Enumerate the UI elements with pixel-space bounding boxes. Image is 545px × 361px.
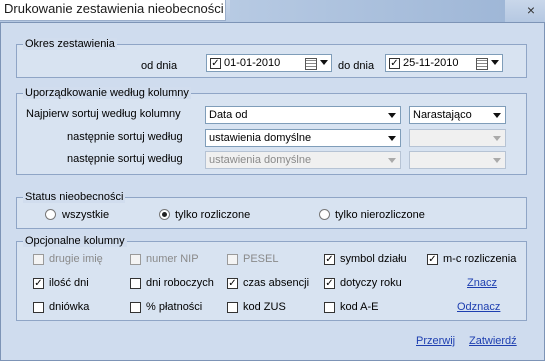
to-date-checkbox[interactable]: ✓ — [389, 58, 400, 69]
status-group-label: Status nieobecności — [23, 191, 126, 203]
sort-order-2-select — [409, 129, 506, 147]
from-date-label: od dnia — [141, 60, 178, 72]
sort-order-1-select[interactable]: Narastająco — [409, 106, 506, 124]
col-label-dni-roboczych[interactable]: dni roboczych — [146, 277, 214, 289]
col-label-dotyczy-roku[interactable]: dotyczy roku — [340, 277, 402, 289]
title-bar-fade — [230, 0, 505, 22]
calendar-icon[interactable] — [476, 58, 488, 70]
col-checkbox-ilosc-dni[interactable]: ✓ — [33, 278, 44, 289]
sort-row1-label: Najpierw sortuj według kolumny — [26, 108, 181, 120]
calendar-icon[interactable] — [305, 58, 317, 70]
title-bar: Drukowanie zestawienia nieobecności × — [0, 0, 545, 22]
status-option-all[interactable]: wszystkie — [62, 209, 109, 221]
cancel-button[interactable]: Przerwij — [416, 335, 455, 347]
close-icon[interactable]: × — [520, 1, 542, 19]
col-label-pesel: PESEL — [243, 253, 279, 265]
col-checkbox-mc-rozliczenia[interactable]: ✓ — [427, 254, 438, 265]
confirm-button[interactable]: Zatwierdź — [469, 335, 517, 347]
sort-column-2-select[interactable]: ustawienia domyślne — [205, 129, 401, 147]
col-label-czas-absencji[interactable]: czas absencji — [243, 277, 309, 289]
col-label-drugie-imie: drugie imię — [49, 253, 103, 265]
status-group: Status nieobecności wszystkie tylko rozl… — [16, 191, 527, 229]
sort-row3-label: następnie sortuj według — [67, 153, 183, 165]
col-checkbox-czas-absencji[interactable]: ✓ — [227, 278, 238, 289]
col-checkbox-dniowka[interactable] — [33, 302, 44, 313]
window-title: Drukowanie zestawienia nieobecności — [4, 1, 224, 16]
col-checkbox-nip — [130, 254, 141, 265]
sort-column-3-value: ustawienia domyślne — [209, 154, 312, 166]
chevron-down-icon[interactable] — [388, 136, 396, 141]
to-date-label: do dnia — [338, 60, 375, 72]
from-date-value: 01-01-2010 — [224, 57, 281, 69]
select-all-link[interactable]: Znacz — [467, 277, 497, 289]
col-checkbox-dotyczy-roku[interactable]: ✓ — [324, 278, 335, 289]
col-checkbox-kod-zus[interactable] — [227, 302, 238, 313]
chevron-down-icon[interactable] — [491, 60, 499, 65]
col-checkbox-kod-ae[interactable] — [324, 302, 335, 313]
from-date-checkbox[interactable]: ✓ — [210, 58, 221, 69]
status-radio-settled[interactable] — [159, 209, 170, 220]
to-date-value: 25-11-2010 — [403, 57, 459, 69]
col-checkbox-dni-roboczych[interactable] — [130, 278, 141, 289]
title-tab: Drukowanie zestawienia nieobecności — [0, 0, 226, 21]
optional-columns-label: Opcjonalne kolumny — [23, 235, 127, 247]
period-group-label: Okres zestawienia — [23, 38, 117, 50]
col-label-symbol-dzialu[interactable]: symbol działu — [340, 253, 407, 265]
status-option-unsettled[interactable]: tylko nierozliczone — [335, 209, 425, 221]
sort-order-1-value: Narastająco — [413, 109, 472, 121]
sort-group-label: Uporządkowanie według kolumny — [23, 87, 191, 99]
status-radio-unsettled[interactable] — [319, 209, 330, 220]
to-date-picker[interactable]: ✓ 25-11-2010 — [385, 54, 503, 72]
sort-group: Uporządkowanie według kolumny Najpierw s… — [16, 87, 527, 175]
col-checkbox-symbol-dzialu[interactable]: ✓ — [324, 254, 335, 265]
status-option-settled[interactable]: tylko rozliczone — [175, 209, 250, 221]
sort-column-1-value: Data od — [209, 109, 248, 121]
col-checkbox-platnosci[interactable] — [130, 302, 141, 313]
sort-order-3-select — [409, 151, 506, 169]
col-label-kod-ae[interactable]: kod A-E — [340, 301, 379, 313]
period-group: Okres zestawienia od dnia ✓ 01-01-2010 d… — [16, 38, 527, 78]
chevron-down-icon[interactable] — [388, 113, 396, 118]
col-label-platnosci[interactable]: % płatności — [146, 301, 202, 313]
chevron-down-icon[interactable] — [320, 60, 328, 65]
status-radio-all[interactable] — [45, 209, 56, 220]
sort-row2-label: następnie sortuj według — [67, 131, 183, 143]
col-label-ilosc-dni[interactable]: ilość dni — [49, 277, 89, 289]
col-label-dniowka[interactable]: dniówka — [49, 301, 89, 313]
chevron-down-icon[interactable] — [493, 113, 501, 118]
chevron-down-icon — [493, 136, 501, 141]
optional-columns-group: Opcjonalne kolumny drugie imię numer NIP… — [16, 235, 527, 321]
from-date-picker[interactable]: ✓ 01-01-2010 — [206, 54, 332, 72]
col-label-kod-zus[interactable]: kod ZUS — [243, 301, 286, 313]
deselect-all-link[interactable]: Odznacz — [457, 301, 500, 313]
sort-column-3-select: ustawienia domyślne — [205, 151, 401, 169]
col-checkbox-drugie-imie — [33, 254, 44, 265]
sort-column-1-select[interactable]: Data od — [205, 106, 401, 124]
col-checkbox-pesel — [227, 254, 238, 265]
col-label-mc-rozliczenia[interactable]: m-c rozliczenia — [443, 253, 516, 265]
sort-column-2-value: ustawienia domyślne — [209, 132, 312, 144]
chevron-down-icon — [388, 158, 396, 163]
col-label-nip: numer NIP — [146, 253, 199, 265]
chevron-down-icon — [493, 158, 501, 163]
dialog-body: Okres zestawienia od dnia ✓ 01-01-2010 d… — [0, 22, 545, 361]
